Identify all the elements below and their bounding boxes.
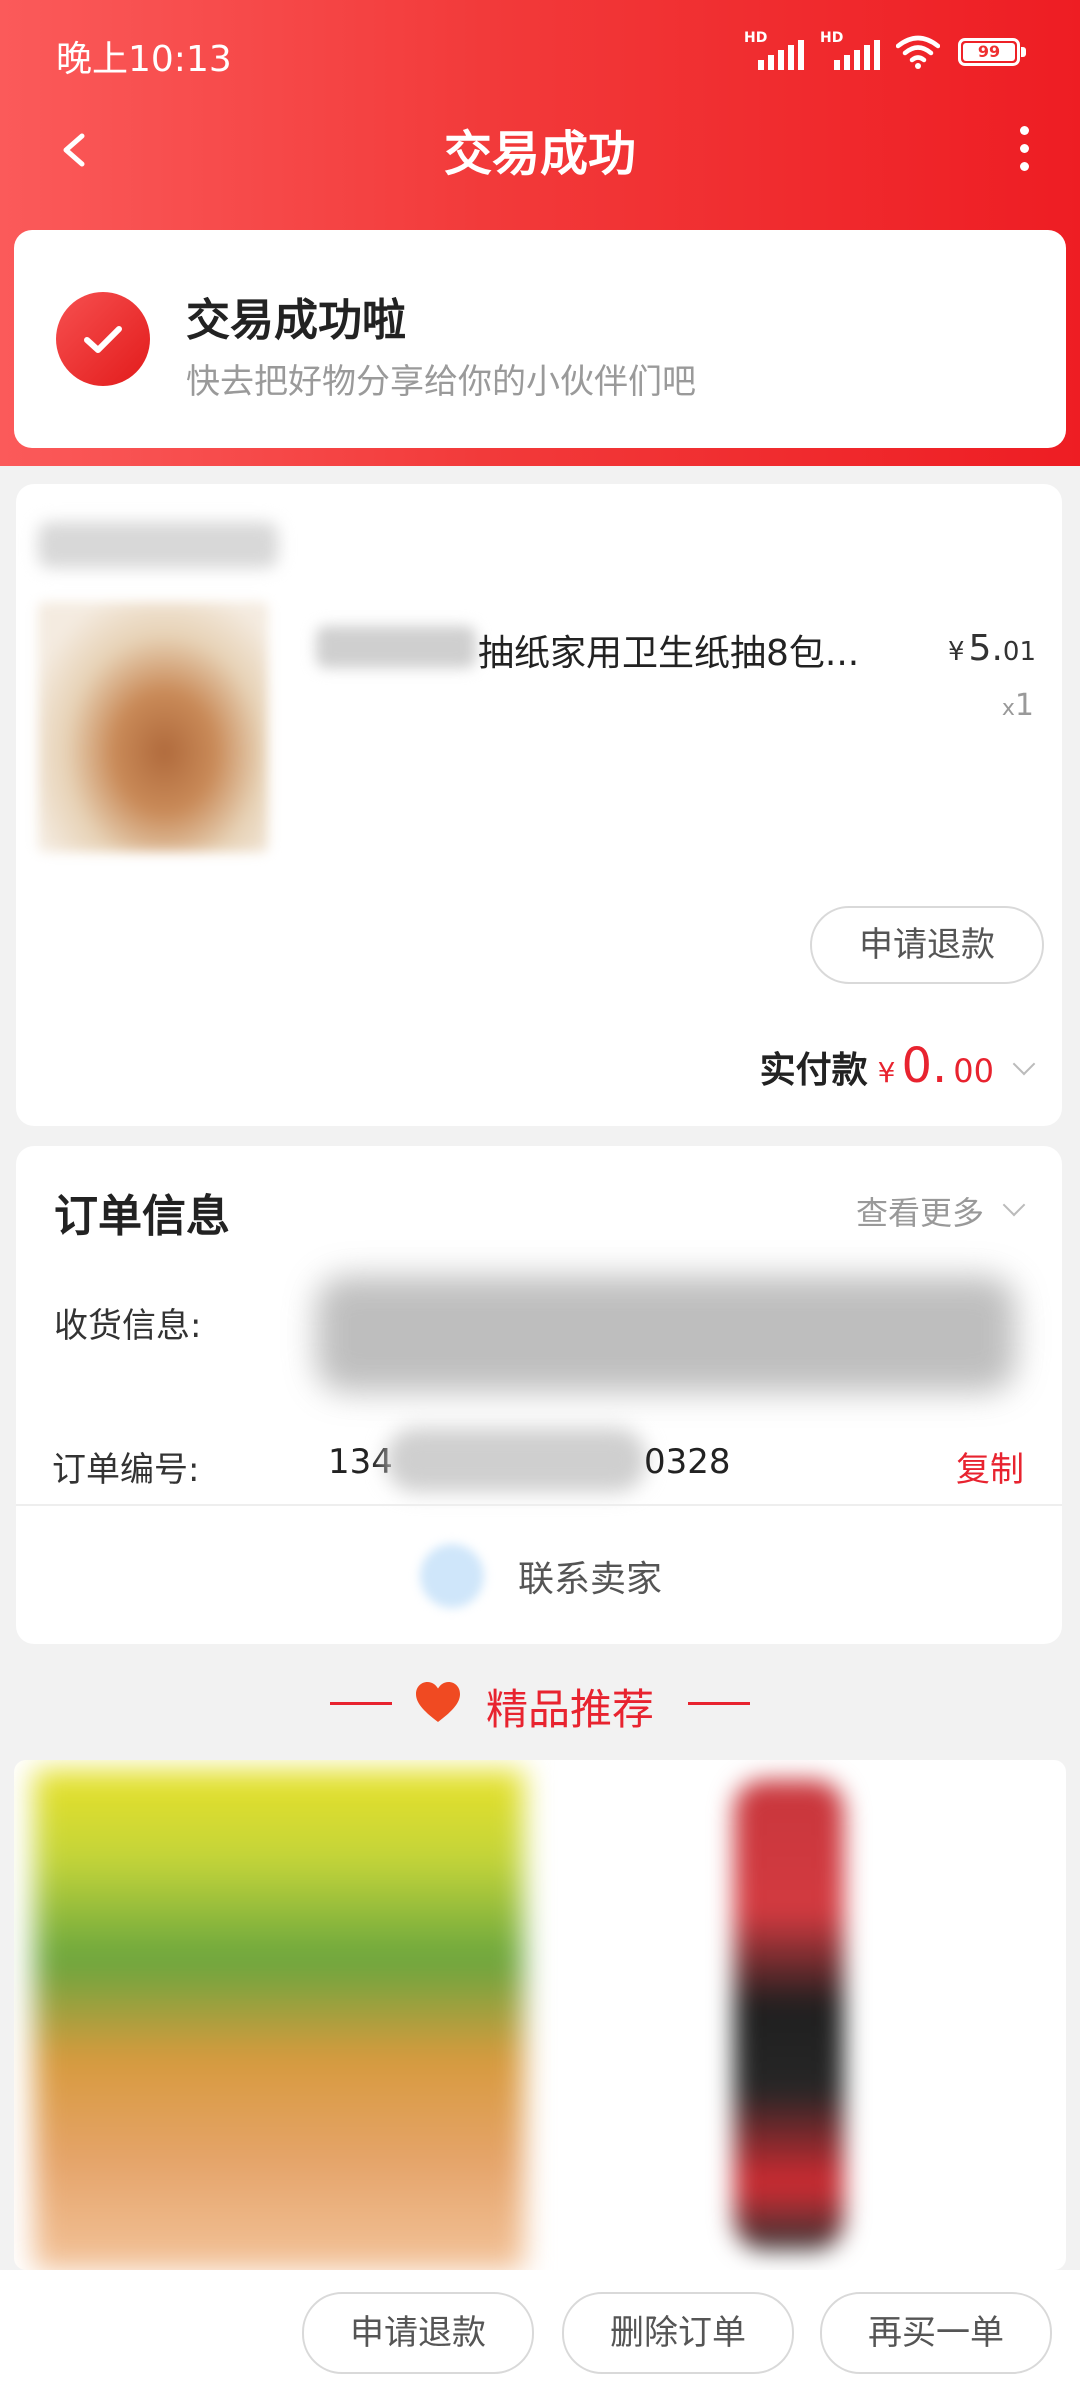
order-number-head: 134 [328,1442,393,1482]
signal-icon: HD [744,30,804,72]
chat-icon [420,1544,484,1608]
heart-icon [416,1682,460,1722]
address-label: 收货信息: [54,1306,202,1346]
status-time: 晚上10:13 [56,39,232,80]
delete-order-button[interactable]: 删除订单 [562,2292,794,2374]
recommend-item-image[interactable] [34,1770,524,2270]
success-card: 交易成功啦 快去把好物分享给你的小伙伴们吧 [14,230,1066,448]
buy-again-button[interactable]: 再买一单 [820,2292,1052,2374]
paid-currency: ¥ [877,1056,896,1089]
divider-right [688,1702,750,1705]
page-title: 交易成功 [443,126,636,182]
quantity-prefix: x [1001,696,1015,721]
more-vertical-icon[interactable] [1004,116,1044,180]
paid-amount-row[interactable]: 实付款 ¥ 0. 00 [759,1038,1036,1094]
item-refund-button[interactable]: 申请退款 [810,906,1044,984]
status-icons: HD HD 99 [744,30,1026,72]
paid-decimal: 00 [953,1052,994,1090]
see-more-button[interactable]: 查看更多 [855,1188,1026,1234]
recommend-title: 精品推荐 [486,1685,655,1734]
product-card: 抽纸家用卫生纸抽8包... ¥5.01 x1 申请退款 实付款 ¥ 0. 00 [16,484,1062,1126]
divider-left [330,1702,392,1705]
quantity-value: 1 [1014,688,1034,723]
price-decimal: 01 [1002,637,1036,667]
status-bar: 晚上10:13 HD HD 99 [0,0,1080,106]
order-number-redacted [386,1428,646,1492]
price-currency: ¥ [948,637,965,667]
recommend-item-image[interactable] [734,1780,844,2250]
product-price: ¥5.01 [948,628,1036,669]
shop-name-redacted[interactable] [38,522,278,568]
price-integer: 5. [968,628,1003,669]
contact-seller-label: 联系卖家 [518,1559,663,1600]
product-thumbnail[interactable] [38,602,268,852]
paid-label: 实付款 [759,1050,868,1091]
battery-level: 99 [963,43,1015,61]
order-info-title: 订单信息 [54,1191,230,1242]
product-title[interactable]: 抽纸家用卫生纸抽8包... [478,624,859,676]
chevron-down-icon [1012,1052,1036,1076]
paid-integer: 0. [901,1038,948,1094]
address-redacted [316,1276,1016,1392]
copy-button[interactable]: 复制 [956,1442,1024,1491]
product-title-redacted [316,626,476,668]
see-more-label: 查看更多 [855,1194,984,1232]
product-quantity: x1 [1002,688,1034,723]
success-title: 交易成功啦 [186,295,406,346]
signal-icon: HD [820,30,880,72]
nav-bar: 交易成功 [0,106,1080,192]
chevron-down-icon [1002,1193,1026,1217]
refund-button[interactable]: 申请退款 [302,2292,534,2374]
recommend-list [14,1760,1066,2270]
contact-seller-button[interactable]: 联系卖家 [16,1506,1062,1644]
success-subtitle: 快去把好物分享给你的小伙伴们吧 [186,362,696,402]
wifi-icon [896,35,940,69]
check-circle-icon [56,292,150,386]
order-info-card: 订单信息 查看更多 收货信息: 订单编号: 134 0328 复制 联系卖家 [16,1146,1062,1644]
recommend-header: 精品推荐 [0,1666,1080,1742]
order-number-label: 订单编号: [52,1450,200,1490]
order-number-tail: 0328 [644,1442,731,1482]
bottom-action-bar: 申请退款 删除订单 再买一单 [0,2270,1080,2400]
battery-icon: 99 [958,38,1026,66]
